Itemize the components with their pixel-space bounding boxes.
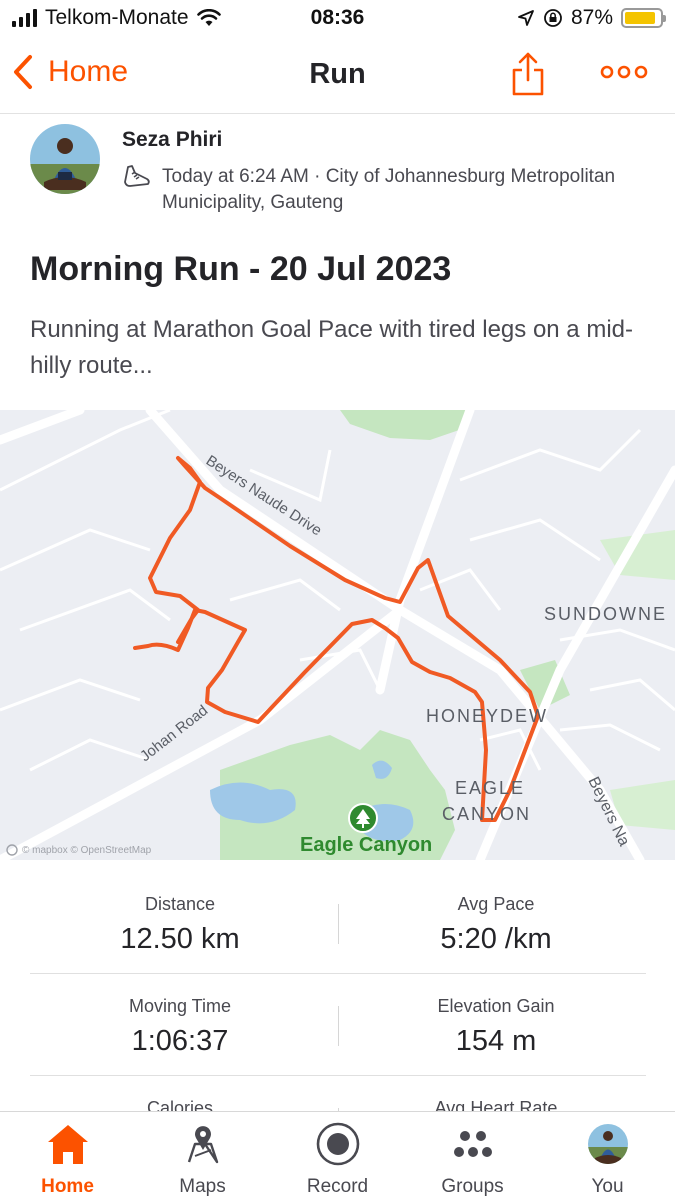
activity-meta: Today at 6:24 AM · City of Johannesburg … bbox=[162, 166, 616, 213]
avatar[interactable] bbox=[30, 124, 100, 194]
avatar bbox=[587, 1124, 628, 1164]
stat-label: Avg Pace bbox=[457, 894, 535, 914]
divider bbox=[338, 1006, 339, 1046]
tree-icon bbox=[348, 803, 378, 833]
stat-row: Distance 12.50 km Avg Pace 5:20 /km bbox=[30, 872, 646, 974]
record-icon bbox=[316, 1122, 359, 1166]
activity-description: Running at Marathon Goal Pace with tired… bbox=[30, 316, 633, 379]
share-icon[interactable] bbox=[508, 50, 548, 98]
stat-value: 1:06:37 bbox=[131, 1025, 229, 1057]
status-bar: Telkom-Monate 08:36 87% bbox=[0, 0, 675, 40]
battery-percent: 87% bbox=[570, 6, 613, 29]
location-arrow-icon bbox=[518, 10, 534, 26]
park-label: Eagle Canyon bbox=[300, 834, 433, 856]
tab-record[interactable]: Record bbox=[270, 1120, 405, 1198]
tab-label: Record bbox=[306, 1176, 369, 1197]
home-icon bbox=[47, 1125, 88, 1164]
tab-maps[interactable]: Maps bbox=[135, 1120, 270, 1198]
tab-label: Groups bbox=[441, 1176, 504, 1197]
tab-groups[interactable]: Groups bbox=[405, 1120, 540, 1198]
tab-label: Home bbox=[41, 1176, 94, 1197]
back-button[interactable]: Home bbox=[12, 54, 128, 90]
stat-distance: Distance 12.50 km bbox=[30, 872, 330, 956]
stat-label: Moving Time bbox=[128, 996, 232, 1016]
route-map[interactable]: Beyers Naude Drive Johan Road Beyers Na … bbox=[0, 410, 675, 860]
tab-you[interactable]: You bbox=[540, 1120, 675, 1198]
attribution-text: © mapbox © OpenStreetMap bbox=[22, 844, 152, 856]
back-label: Home bbox=[48, 55, 129, 88]
stat-label: Elevation Gain bbox=[437, 996, 555, 1016]
map-label-sundowner: SUNDOWNE bbox=[544, 604, 667, 624]
stat-value: 12.50 km bbox=[120, 923, 240, 955]
stat-value: 154 m bbox=[455, 1025, 537, 1057]
divider bbox=[338, 904, 339, 944]
stat-label: Distance bbox=[144, 894, 216, 914]
maps-icon bbox=[187, 1126, 218, 1164]
map-attribution[interactable]: © mapbox © OpenStreetMap bbox=[6, 844, 151, 856]
groups-icon bbox=[453, 1131, 492, 1157]
athlete-name[interactable]: Seza Phiri bbox=[122, 128, 222, 152]
map-label-eagle: EAGLE bbox=[455, 778, 526, 798]
map-canvas: Beyers Naude Drive Johan Road Beyers Na bbox=[0, 410, 675, 860]
stat-row: Moving Time 1:06:37 Elevation Gain 154 m bbox=[30, 974, 646, 1076]
tab-bar: Home Maps Record Groups You bbox=[0, 1111, 675, 1200]
activity-title: Morning Run - 20 Jul 2023 bbox=[30, 250, 452, 288]
battery-icon bbox=[621, 8, 666, 28]
athlete-header: Seza Phiri Today at 6:24 AM · City of Jo… bbox=[30, 124, 650, 214]
map-label-honeydew: HONEYDEW bbox=[426, 706, 549, 726]
more-options-icon[interactable] bbox=[600, 62, 648, 82]
chevron-left-icon bbox=[14, 55, 32, 89]
stat-value: 5:20 /km bbox=[440, 923, 552, 955]
mapbox-logo-icon bbox=[6, 844, 18, 856]
tab-label: Maps bbox=[179, 1176, 226, 1197]
tab-label: You bbox=[591, 1176, 624, 1197]
stat-avg-pace: Avg Pace 5:20 /km bbox=[346, 872, 646, 956]
rotation-lock-icon bbox=[544, 9, 562, 27]
map-label-canyon: CANYON bbox=[442, 804, 532, 824]
shoe-icon bbox=[124, 165, 150, 187]
nav-bar: Home Run bbox=[0, 40, 675, 114]
tab-home[interactable]: Home bbox=[0, 1120, 135, 1198]
stat-moving-time: Moving Time 1:06:37 bbox=[30, 974, 330, 1058]
stat-elevation-gain: Elevation Gain 154 m bbox=[346, 974, 646, 1058]
